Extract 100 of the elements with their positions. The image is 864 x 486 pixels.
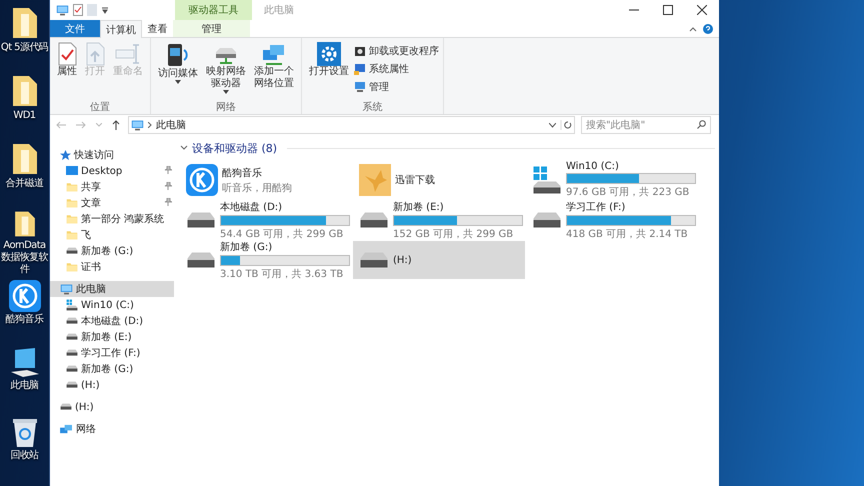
dropdown-icon <box>223 90 229 94</box>
folder-icon <box>66 229 78 241</box>
nav-item[interactable]: 学习工作 (F:) <box>50 345 174 361</box>
nav-item[interactable]: (H:) <box>50 377 174 393</box>
chevron-icon <box>148 122 152 128</box>
collapse-ribbon-icon[interactable] <box>689 26 697 32</box>
context-tab-group: 驱动器工具 <box>175 0 252 20</box>
folder-icon <box>10 74 38 108</box>
item-name: Win10 (C:) <box>566 161 620 172</box>
nav-item[interactable]: (H:) <box>50 399 174 415</box>
help-icon[interactable] <box>703 24 713 34</box>
pin-icon <box>164 198 172 206</box>
bird-app-icon <box>359 164 391 196</box>
item-name: 迅雷下载 <box>395 174 435 187</box>
free-space-text: 152 GB 可用，共 299 GB <box>393 228 514 240</box>
ribbon-button[interactable]: 属性 <box>54 42 80 100</box>
drive-tile[interactable]: 本地磁盘 (D:) 54.4 GB 可用，共 299 GB <box>180 201 352 239</box>
drive-tile[interactable]: Win10 (C:) 97.6 GB 可用，共 223 GB <box>526 161 698 199</box>
nav-item[interactable]: 共享 <box>50 179 174 195</box>
music-app-icon <box>8 280 40 312</box>
desktop-icon-item[interactable]: Qt 5源代码 <box>0 6 49 70</box>
desktop-icon-item[interactable]: AornData数据恢复软件 <box>0 210 49 276</box>
computer-icon <box>56 4 69 16</box>
ribbon-group-label: 系统 <box>362 100 384 114</box>
drive-tile[interactable]: 迅雷下载 <box>353 161 525 199</box>
ribbon-tab[interactable]: 管理 <box>173 20 250 37</box>
desktop-icon-item[interactable]: 回收站 <box>0 416 49 480</box>
free-space-text: 3.10 TB 可用，共 3.63 TB <box>220 268 344 280</box>
nav-item[interactable]: 新加卷 (G:) <box>50 243 174 259</box>
nav-item[interactable]: 本地磁盘 (D:) <box>50 313 174 329</box>
nav-item[interactable]: 文章 <box>50 195 174 211</box>
free-space-text: 418 GB 可用，共 2.14 TB <box>566 228 689 240</box>
up-arrow-icon <box>112 120 120 130</box>
nav-item[interactable]: 此电脑 <box>50 281 174 297</box>
ribbon-small-button[interactable]: 管理 <box>354 78 439 95</box>
refresh-icon[interactable] <box>560 120 574 130</box>
nav-item[interactable]: Desktop <box>50 163 174 179</box>
folder-icon <box>10 142 38 176</box>
ribbon-button[interactable]: 打开设置 <box>306 42 352 100</box>
folder-icon <box>10 6 38 40</box>
settings-icon <box>317 42 341 66</box>
nav-item[interactable]: Win10 (C:) <box>50 297 174 313</box>
nav-item[interactable]: 新加卷 (G:) <box>50 361 174 377</box>
new-folder-icon <box>87 4 97 16</box>
drive-tile[interactable]: 学习工作 (F:) 418 GB 可用，共 2.14 TB <box>526 201 698 239</box>
nav-item[interactable]: 网络 <box>50 421 174 437</box>
windows-drive-icon <box>66 299 78 311</box>
dropdown-icon <box>175 80 181 84</box>
item-name: 酷狗音乐 <box>222 166 263 180</box>
item-name: 本地磁盘 (D:) <box>220 200 284 214</box>
window-title: 此电脑 <box>263 4 295 18</box>
address-field[interactable]: 此电脑 <box>128 116 575 134</box>
drive-icon <box>60 403 72 411</box>
desktop-icon <box>66 165 78 177</box>
desktop-icon-item[interactable]: 酷狗音乐 <box>0 280 49 344</box>
search-field[interactable]: 搜索"此电脑" <box>581 116 711 134</box>
nav-item[interactable]: 飞 <box>50 227 174 243</box>
rename-icon <box>115 42 141 66</box>
desktop-icon-item[interactable]: WD1 <box>0 74 49 138</box>
group-title: 设备和驱动器 (8) <box>192 140 278 156</box>
nav-item[interactable]: 第一部分 鸿蒙系统 <box>50 211 174 227</box>
ribbon-small-button[interactable]: 卸载或更改程序 <box>354 42 439 59</box>
drive-tile[interactable]: 新加卷 (E:) 152 GB 可用，共 299 GB <box>353 201 525 239</box>
desktop-icon-item[interactable]: 此电脑 <box>0 348 49 412</box>
ribbon-group-label: 位置 <box>89 100 111 114</box>
caret-icon[interactable] <box>549 122 556 128</box>
nav-item[interactable]: 证书 <box>50 259 174 275</box>
expand-chevron-icon[interactable] <box>180 145 188 151</box>
open-icon <box>84 42 106 66</box>
desktop-icon-item[interactable]: 合并磁道 <box>0 142 49 206</box>
computer-management-icon <box>354 80 366 92</box>
nav-item[interactable]: 新加卷 (E:) <box>50 329 174 345</box>
ribbon-button[interactable]: 映射网络驱动器 <box>203 42 249 100</box>
nav-item[interactable]: 快速访问 <box>50 147 174 163</box>
drive-tile[interactable]: 新加卷 (G:) 3.10 TB 可用，共 3.63 TB <box>180 241 352 279</box>
ribbon-button[interactable]: 访问媒体 <box>155 42 201 100</box>
item-name: 新加卷 (E:) <box>393 200 445 214</box>
ribbon-small-button[interactable]: 系统属性 <box>354 60 439 77</box>
drive-icon <box>66 349 78 357</box>
ribbon-tab[interactable]: 计算机 <box>100 20 142 38</box>
drive-icon <box>66 317 78 325</box>
drive-icon <box>66 333 78 341</box>
drive-tile[interactable]: (H:) <box>353 241 525 279</box>
free-space-text: 97.6 GB 可用，共 223 GB <box>566 186 690 199</box>
up-button[interactable] <box>110 120 122 130</box>
drive-icon <box>66 247 78 255</box>
music-app-icon <box>186 164 218 196</box>
computer-icon <box>131 118 144 132</box>
ribbon-button[interactable]: 添加一个网络位置 <box>251 42 297 100</box>
item-name: 学习工作 (F:) <box>566 200 626 214</box>
dropdown-icon <box>101 6 109 14</box>
recycle-bin-icon <box>12 416 38 448</box>
ribbon-tab[interactable]: 文件 <box>50 20 100 37</box>
drive-tile[interactable]: 酷狗音乐 听音乐，用酷狗 <box>180 161 352 199</box>
folder-icon <box>66 197 78 209</box>
forward-icon <box>76 121 86 129</box>
drive-icon <box>66 381 78 389</box>
windows-drive-icon <box>532 165 562 195</box>
properties-icon <box>73 4 83 16</box>
star-icon <box>60 150 71 160</box>
